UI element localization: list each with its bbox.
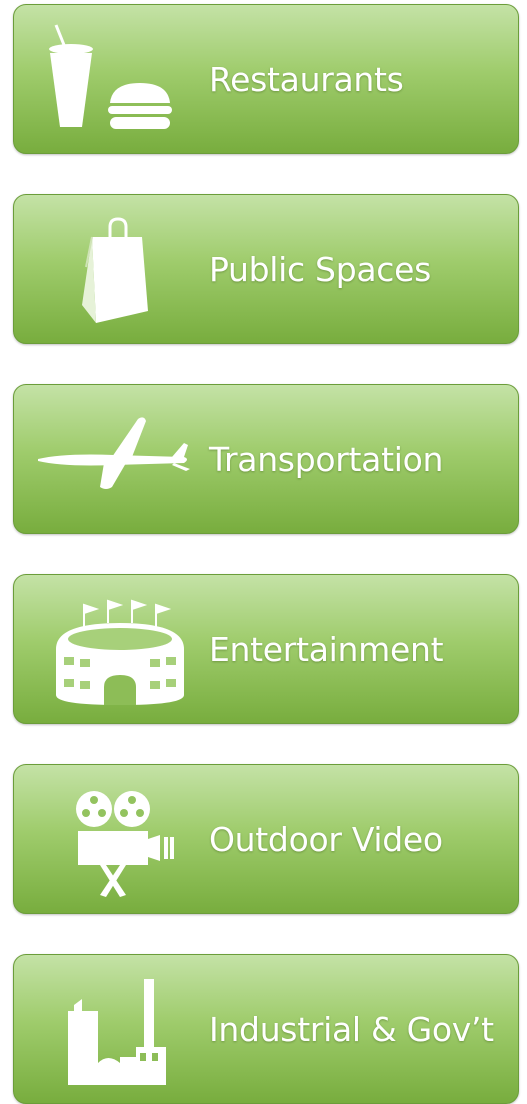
stadium-icon <box>34 587 204 713</box>
factory-icon <box>34 967 204 1093</box>
outdoor-video-label: Outdoor Video <box>209 819 443 859</box>
shopping-bag-icon <box>34 207 204 333</box>
food-drink-icon <box>34 17 204 143</box>
entertainment-button[interactable]: Entertainment <box>13 574 519 724</box>
restaurants-button[interactable]: Restaurants <box>13 4 519 154</box>
transportation-button[interactable]: Transportation <box>13 384 519 534</box>
industrial-govt-button[interactable]: Industrial & Gov’t <box>13 954 519 1104</box>
entertainment-label: Entertainment <box>209 629 444 669</box>
public-spaces-label: Public Spaces <box>209 249 432 289</box>
outdoor-video-button[interactable]: Outdoor Video <box>13 764 519 914</box>
transportation-label: Transportation <box>209 439 444 479</box>
restaurants-label: Restaurants <box>209 59 404 99</box>
public-spaces-button[interactable]: Public Spaces <box>13 194 519 344</box>
film-camera-icon <box>34 777 204 903</box>
airplane-icon <box>34 397 204 523</box>
industrial-govt-label: Industrial & Gov’t <box>209 1009 494 1049</box>
